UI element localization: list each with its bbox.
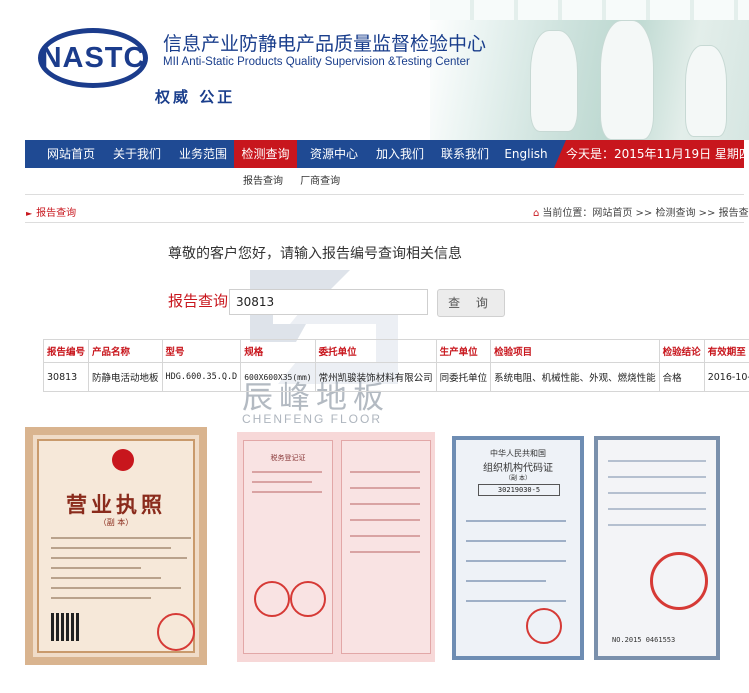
national-emblem-icon: [112, 449, 134, 471]
breadcrumb: ⌂ 当前位置：网站首页 >> 检测查询 >> 报告查询: [533, 204, 749, 219]
org-code-line1: 中华人民共和国: [490, 449, 546, 458]
column-header: 型号: [161, 339, 242, 363]
table-header-row: 报告编号 产品名称 型号 规格 委托单位 生产单位 检验项目 检验结论 有效期至: [42, 339, 749, 363]
site-slogan: 权威 公正: [155, 88, 236, 106]
site-header: NASTC 信息产业防静电产品质量监督检验中心 MII Anti-Static …: [0, 0, 749, 140]
logo-text: NASTC: [40, 41, 146, 74]
official-seal-icon: [526, 608, 562, 644]
cell-client: 常州凯骏装饰材料有限公司: [314, 362, 437, 392]
cell-test-items: 系统电阻、机械性能、外观、燃烧性能: [490, 362, 660, 392]
divider: [25, 222, 744, 223]
business-license-copy-label: （副 本）: [98, 518, 134, 527]
business-license-image: 营业执照 （副 本）: [25, 427, 207, 665]
tax-registration-title: 税务登记证: [270, 454, 306, 462]
official-seal-icon: [254, 581, 290, 617]
column-header: 检验项目: [490, 339, 660, 363]
official-seal-icon: [290, 581, 326, 617]
column-header: 委托单位: [314, 339, 437, 363]
org-code-line2: 组织机构代码证: [483, 463, 553, 474]
cell-model: HDG.600.35.Q.D: [161, 362, 242, 392]
section-title: ► 报告查询: [26, 204, 76, 219]
breadcrumb-text[interactable]: 当前位置：网站首页 >> 检测查询 >> 报告查询: [542, 208, 749, 219]
nav-item-resources[interactable]: 资源中心: [298, 140, 370, 168]
column-header: 检验结论: [658, 339, 705, 363]
column-header: 有效期至: [703, 339, 749, 363]
section-title-text: 报告查询: [36, 208, 77, 219]
subnav-manufacturer-query[interactable]: 厂商查询: [300, 176, 340, 187]
cell-report-number: 30813: [42, 362, 90, 392]
column-header: 规格: [240, 339, 316, 363]
business-license-title: 营业执照: [66, 493, 166, 517]
divider: [25, 194, 744, 195]
query-greeting: 尊敬的客户您好，请输入报告编号查询相关信息: [168, 246, 462, 262]
table-row: 30813 防静电活动地板 HDG.600.35.Q.D 600X600X35(…: [42, 362, 749, 392]
site-title-en: MII Anti-Static Products Quality Supervi…: [163, 56, 470, 68]
nav-item-about[interactable]: 关于我们: [101, 140, 173, 168]
cell-valid-until: 2016-10-09: [703, 362, 749, 392]
result-table: 报告编号 产品名称 型号 规格 委托单位 生产单位 检验项目 检验结论 有效期至…: [42, 339, 749, 392]
tax-registration-image: 税务登记证: [237, 432, 435, 662]
query-label: 报告查询: [168, 292, 229, 310]
header-lab-photo: [430, 0, 749, 140]
cell-product-name: 防静电活动地板: [88, 362, 163, 392]
subnav-report-query[interactable]: 报告查询: [243, 176, 283, 187]
site-title-cn: 信息产业防静电产品质量监督检验中心: [163, 33, 487, 55]
cell-spec: 600X600X35(mm): [240, 362, 316, 392]
sub-nav: 报告查询 厂商查询: [243, 172, 354, 187]
org-code-serial: NO.2015 0461553: [612, 636, 676, 644]
org-code-copy-label: （副 本）: [505, 475, 531, 482]
qr-code-icon: [51, 613, 79, 641]
column-header: 报告编号: [42, 339, 90, 363]
home-icon: ⌂: [533, 208, 540, 219]
official-seal-icon: [157, 613, 195, 651]
caret-right-icon: ►: [26, 209, 33, 218]
nav-item-inspection-query[interactable]: 检测查询: [234, 140, 297, 168]
org-code-number: 30219030-5: [478, 484, 560, 496]
cell-conclusion: 合格: [658, 362, 705, 392]
nav-item-home[interactable]: 网站首页: [35, 140, 107, 168]
column-header: 生产单位: [435, 339, 492, 363]
nav-item-business[interactable]: 业务范围: [167, 140, 239, 168]
main-nav: 网站首页 关于我们 业务范围 检测查询 资源中心 加入我们 联系我们 Engli…: [25, 140, 749, 168]
official-seal-icon: [650, 552, 708, 610]
org-code-certificate-back-image: NO.2015 0461553: [594, 436, 720, 660]
org-code-certificate-image: 中华人民共和国 组织机构代码证 （副 本） 30219030-5: [452, 436, 584, 660]
cell-manufacturer: 同委托单位: [435, 362, 492, 392]
watermark-brand-en: CHENFENG FLOOR: [242, 412, 383, 426]
report-number-input[interactable]: [229, 289, 428, 315]
nav-item-english[interactable]: English: [490, 140, 562, 168]
nav-item-join[interactable]: 加入我们: [364, 140, 436, 168]
query-button[interactable]: 查 询: [437, 289, 505, 317]
column-header: 产品名称: [88, 339, 163, 363]
current-date: 今天是：2015年11月19日 星期四: [554, 140, 749, 168]
nastc-logo[interactable]: NASTC: [38, 28, 148, 88]
